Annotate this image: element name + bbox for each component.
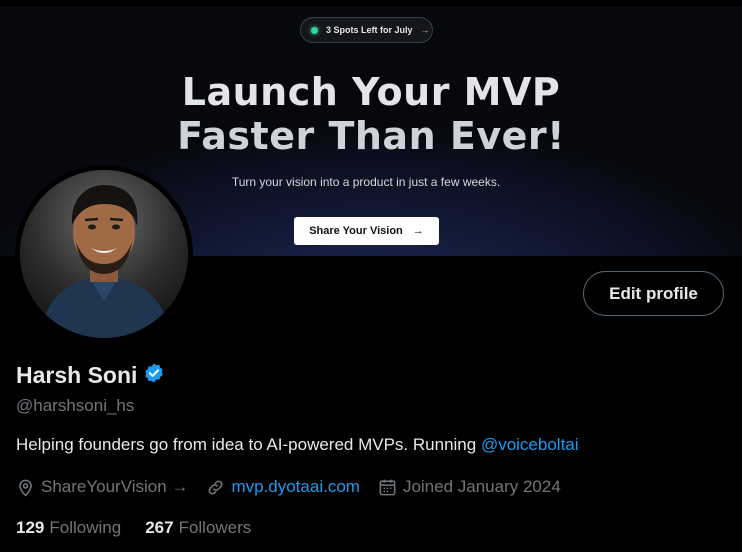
followers-link[interactable]: 267 Followers [145, 518, 251, 538]
location-text: ShareYourVision → [41, 477, 189, 496]
bio-text: Helping founders go from idea to AI-powe… [16, 435, 481, 454]
edit-profile-button[interactable]: Edit profile [583, 271, 724, 316]
website-item: mvp.dyotaai.com [206, 477, 360, 497]
calendar-icon [378, 478, 397, 497]
following-link[interactable]: 129 Following [16, 518, 121, 538]
joined-item: Joined January 2024 [378, 477, 561, 497]
headline-line-2: Faster Than Ever! [177, 114, 565, 158]
share-vision-button: Share Your Vision → [294, 217, 439, 245]
avatar-portrait [20, 170, 188, 338]
status-dot-icon [311, 26, 318, 34]
following-count: 129 [16, 518, 45, 537]
avatar-photo [20, 170, 188, 338]
cta-label: Share Your Vision [309, 225, 403, 237]
headline-line-1: Launch Your MVP [181, 70, 561, 114]
verified-badge-icon[interactable] [143, 362, 165, 389]
website-link[interactable]: mvp.dyotaai.com [231, 477, 360, 497]
spots-left-pill: 3 Spots Left for July → [300, 17, 433, 43]
bio-mention-link[interactable]: @voiceboltai [481, 435, 579, 454]
link-icon [206, 478, 225, 497]
follow-stats: 129 Following 267 Followers [16, 518, 275, 538]
banner-headline: Launch Your MVP Faster Than Ever! [0, 70, 742, 158]
location-pin-icon [16, 478, 35, 497]
banner-top-strip [0, 0, 742, 6]
pill-arrow-icon: → [420, 25, 430, 35]
followers-count: 267 [145, 518, 174, 537]
avatar[interactable] [15, 165, 193, 343]
pill-text: 3 Spots Left for July [326, 25, 413, 35]
display-name: Harsh Soni [16, 362, 138, 388]
followers-label: Followers [178, 518, 252, 537]
arrow-right-icon: → [412, 225, 424, 237]
following-label: Following [49, 518, 122, 537]
joined-text: Joined January 2024 [402, 477, 561, 496]
location-item: ShareYourVision → [16, 477, 188, 497]
name-row: Harsh Soni [16, 362, 165, 389]
profile-meta: ShareYourVision → mvp.dyotaai.com Joined… [16, 477, 579, 497]
user-handle: @harshsoni_hs [16, 396, 135, 415]
profile-bio: Helping founders go from idea to AI-powe… [16, 435, 579, 455]
